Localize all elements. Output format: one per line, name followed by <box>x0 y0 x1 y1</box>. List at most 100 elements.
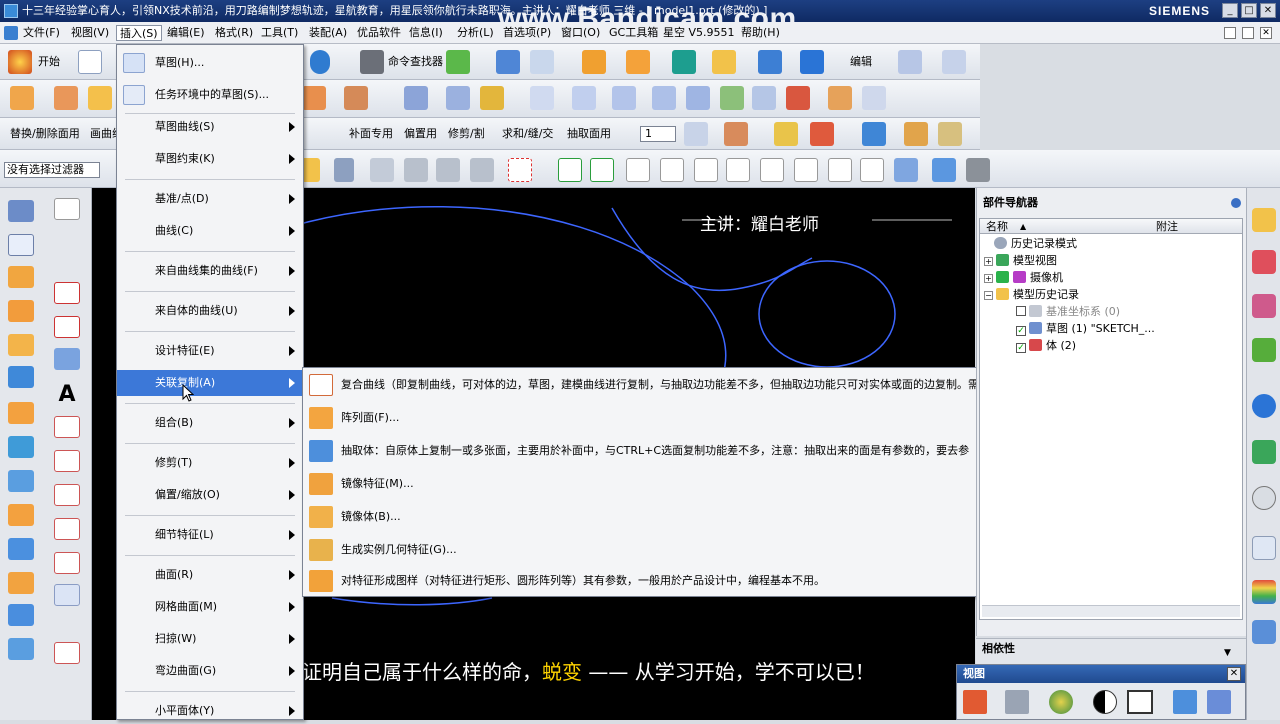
menu-window[interactable]: 窗口(O) <box>558 25 603 41</box>
submenu-item-pattern-face[interactable]: 阵列面(F)... <box>303 402 1004 434</box>
pattern-feature-icon[interactable] <box>8 402 34 424</box>
menu-plugin[interactable]: 优品软件 <box>354 25 404 41</box>
tree-row-model-views[interactable]: + 模型视图 <box>984 252 1057 269</box>
swept-icon[interactable] <box>572 86 596 110</box>
group-replace-delete[interactable]: 替换/删除面用 <box>10 126 80 142</box>
menu-item-curve-from-curves[interactable]: 来自曲线集的曲线(F) <box>117 258 303 284</box>
group-trim[interactable]: 修剪/割 <box>448 126 485 142</box>
menu-item-curve-from-body[interactable]: 来自体的曲线(U) <box>117 298 303 324</box>
column-name[interactable]: 名称 <box>986 219 1008 234</box>
tools-icon[interactable] <box>966 158 990 182</box>
studio-surface-icon[interactable] <box>530 86 554 110</box>
block-icon[interactable] <box>712 50 736 74</box>
visibility-checkbox[interactable] <box>1016 306 1026 316</box>
layout-icon[interactable] <box>1173 690 1197 714</box>
tree-row-sketch[interactable]: ✓ 草图 (1) "SKETCH_... <box>1016 320 1155 337</box>
menu-item-sketch-curve[interactable]: 草图曲线(S) <box>117 114 303 140</box>
menu-item-task-sketch[interactable]: 任务环境中的草图(S)... <box>117 82 303 108</box>
solid-icon[interactable] <box>800 50 824 74</box>
binoculars-icon[interactable] <box>360 50 384 74</box>
info-icon[interactable] <box>1252 394 1276 418</box>
menu-item-surface[interactable]: 曲面(R) <box>117 562 303 588</box>
sort-asc-icon[interactable]: ▲ <box>1020 219 1026 234</box>
view-orient-icon[interactable] <box>894 158 918 182</box>
wave-icon[interactable] <box>774 122 798 146</box>
collapse-icon[interactable]: − <box>984 291 993 300</box>
chamfer-icon[interactable] <box>302 86 326 110</box>
transform-icon[interactable] <box>496 50 520 74</box>
maximize-icon[interactable] <box>1242 27 1254 39</box>
menu-insert[interactable]: 插入(S) <box>116 25 162 41</box>
ruled-icon[interactable] <box>446 86 470 110</box>
submenu-item-instance-geometry[interactable]: 生成实例几何特征(G)... <box>303 534 1004 566</box>
close-icon[interactable]: ✕ <box>1260 27 1272 39</box>
menu-item-detail-feature[interactable]: 细节特征(L) <box>117 522 303 548</box>
feature-select-icon[interactable] <box>370 158 394 182</box>
reuse-library-icon[interactable] <box>1252 338 1276 362</box>
assembly-navigator-icon[interactable] <box>1252 208 1276 232</box>
menu-item-sketch-constraint[interactable]: 草图约束(K) <box>117 146 303 172</box>
submenu-item-extract-body[interactable]: 抽取体：自原体上复制一或多张面，主要用於补面中，与CTRL+C选面复制功能差不多… <box>303 435 1004 467</box>
helix-icon[interactable] <box>54 518 80 540</box>
minimize-button[interactable]: _ <box>1222 3 1238 18</box>
text-icon[interactable]: A <box>54 384 80 406</box>
section-icon[interactable] <box>404 86 428 110</box>
background-icon[interactable] <box>1093 690 1117 714</box>
menu-gc-toolkit[interactable]: GC工具箱 <box>606 25 661 41</box>
snap-mid-icon[interactable] <box>470 158 494 182</box>
silhouette-icon[interactable] <box>786 86 810 110</box>
menu-item-datum-point[interactable]: 基准/点(D) <box>117 186 303 212</box>
menu-edit[interactable]: 编辑(E) <box>164 25 208 41</box>
box-icon[interactable] <box>758 50 782 74</box>
menu-view[interactable]: 视图(V) <box>68 25 112 41</box>
visibility-checkbox[interactable]: ✓ <box>1016 326 1026 336</box>
window-view-icon[interactable] <box>1127 690 1153 714</box>
intersection-icon[interactable] <box>726 158 750 182</box>
law-extension-icon[interactable] <box>752 86 776 110</box>
blend-icon[interactable] <box>88 86 112 110</box>
start-icon[interactable] <box>8 50 32 74</box>
hole-icon[interactable] <box>8 334 34 356</box>
angle-icon[interactable] <box>938 122 962 146</box>
menu-information[interactable]: 信息(I) <box>406 25 446 41</box>
rectangle-select-icon[interactable] <box>508 158 532 182</box>
menu-help[interactable]: 帮助(H) <box>738 25 783 41</box>
pin-icon[interactable] <box>1231 198 1241 208</box>
menu-analysis[interactable]: 分析(L) <box>454 25 497 41</box>
ruler-icon[interactable] <box>904 122 928 146</box>
menu-item-combine[interactable]: 组合(B) <box>117 410 303 436</box>
menu-item-curve[interactable]: 曲线(C) <box>117 218 303 244</box>
end-point-icon[interactable] <box>626 158 650 182</box>
offset-curve-icon[interactable] <box>54 416 80 438</box>
app-menu-icon[interactable] <box>4 26 18 40</box>
shaded-icon[interactable] <box>932 158 956 182</box>
chamfer-feature-icon[interactable] <box>8 572 34 594</box>
trim-body-icon[interactable] <box>344 86 368 110</box>
datum-plane-icon[interactable] <box>8 234 34 256</box>
wcs-icon[interactable] <box>672 50 696 74</box>
grid-snap-icon[interactable] <box>590 158 614 182</box>
pattern-icon[interactable] <box>626 50 650 74</box>
point-on-curve-icon[interactable] <box>860 158 884 182</box>
thicken-icon[interactable] <box>8 638 34 660</box>
extrude-feature-icon[interactable] <box>8 300 34 322</box>
start-label[interactable]: 开始 <box>38 54 60 70</box>
submenu-item-mirror-body[interactable]: 镜像体(B)... <box>303 501 1004 533</box>
view-orientation-icon[interactable] <box>1005 690 1029 714</box>
menu-item-sketch[interactable]: 草图(H)... <box>117 50 303 76</box>
sketch-icon[interactable] <box>8 200 34 222</box>
offset-surface-icon[interactable] <box>828 86 852 110</box>
menu-format[interactable]: 格式(R) <box>212 25 256 41</box>
menu-item-flange-surface[interactable]: 弯边曲面(G) <box>117 658 303 684</box>
back-icon[interactable] <box>334 158 354 182</box>
move-to-layer-icon[interactable] <box>724 122 748 146</box>
restore-icon[interactable] <box>1224 27 1236 39</box>
menu-item-facet-body[interactable]: 小平面体(Y) <box>117 698 303 724</box>
horizontal-scrollbar[interactable] <box>982 605 1240 617</box>
group-offset[interactable]: 偏置用 <box>404 126 437 142</box>
tangent-icon[interactable] <box>794 158 818 182</box>
web-browser-icon[interactable] <box>1252 440 1276 464</box>
layer-settings-icon[interactable] <box>684 122 708 146</box>
group-patch[interactable]: 补面专用 <box>349 126 393 142</box>
intersect-curve-icon[interactable] <box>54 584 80 606</box>
